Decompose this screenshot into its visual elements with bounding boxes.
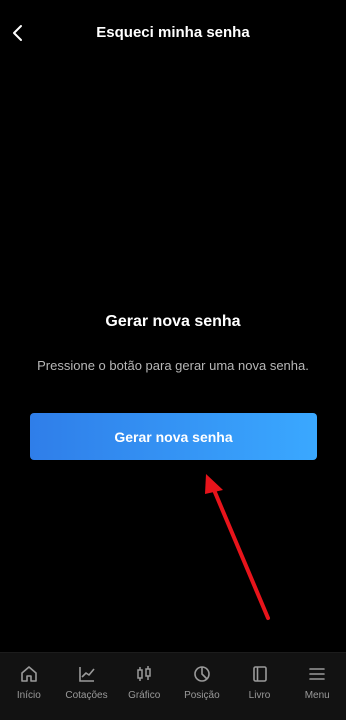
hamburger-icon [309, 668, 325, 680]
tab-menu[interactable]: Menu [288, 653, 346, 720]
pie-chart-icon [194, 666, 210, 682]
tab-label: Início [16, 690, 41, 701]
candlestick-icon [137, 666, 151, 681]
header: Esqueci minha senha [0, 0, 346, 66]
bottom-tab-bar: Início Cotações Gráfico Posição Livro Me… [0, 652, 346, 720]
tab-label: Gráfico [128, 690, 161, 701]
tab-posicao[interactable]: Posição [173, 653, 231, 720]
tab-inicio[interactable]: Início [0, 653, 58, 720]
chart-line-icon [78, 667, 95, 682]
description-text: Pressione o botão para gerar uma nova se… [37, 358, 309, 373]
tab-label: Livro [248, 690, 271, 701]
generate-password-button[interactable]: Gerar nova senha [30, 413, 317, 460]
home-icon [21, 666, 37, 682]
tab-cotacoes[interactable]: Cotações [58, 653, 116, 720]
tab-grafico[interactable]: Gráfico [115, 653, 173, 720]
tab-label: Cotações [65, 690, 108, 701]
section-heading: Gerar nova senha [105, 313, 241, 330]
tab-label: Posição [184, 690, 220, 701]
page-title: Esqueci minha senha [96, 24, 250, 41]
book-icon [252, 666, 267, 682]
tab-livro[interactable]: Livro [231, 653, 289, 720]
tab-label: Menu [304, 690, 330, 701]
